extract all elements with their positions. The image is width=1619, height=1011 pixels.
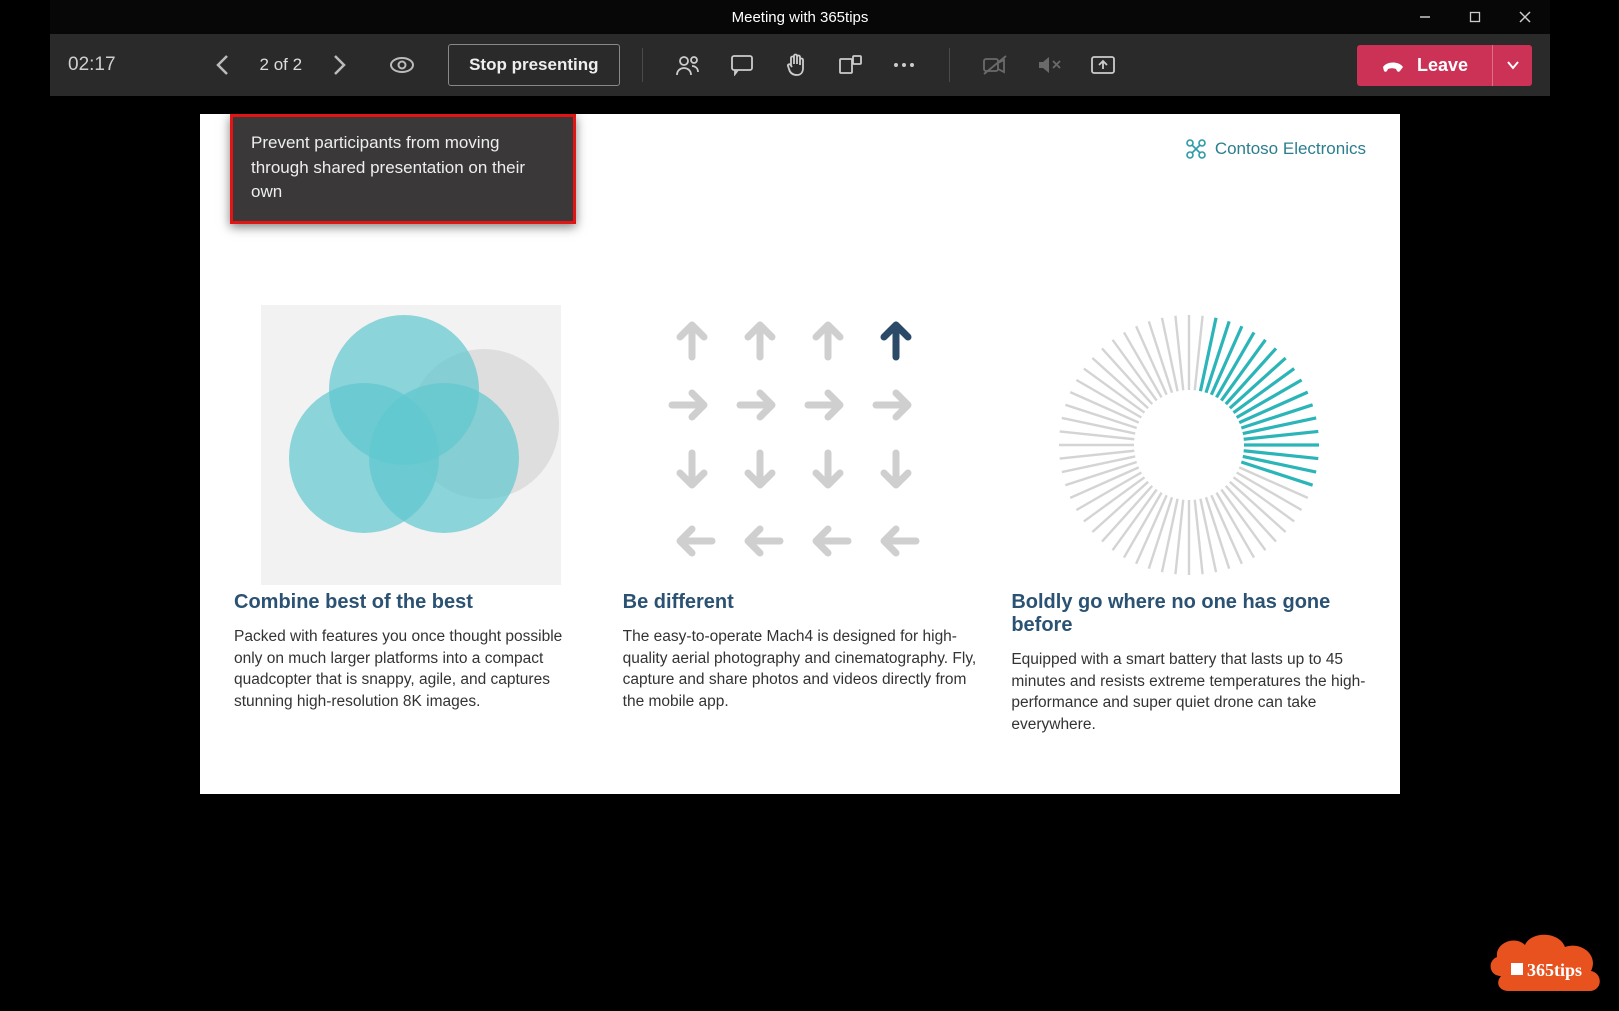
camera-off-icon[interactable]: [972, 42, 1018, 88]
slide-column-2: Be different The easy-to-operate Mach4 i…: [623, 305, 978, 736]
leave-button[interactable]: Leave: [1357, 45, 1492, 86]
leave-label: Leave: [1417, 55, 1468, 76]
meeting-toolbar: 02:17 2 of 2 Stop presenting: [50, 34, 1550, 96]
starburst-graphic: [1011, 305, 1366, 585]
presentation-area: Contoso Electronics C Prevent participan…: [50, 96, 1550, 924]
slide-counter: 2 of 2: [260, 55, 303, 75]
arrows-graphic: [623, 305, 978, 585]
toolbar-separator: [949, 48, 950, 82]
breakout-rooms-icon[interactable]: [827, 42, 873, 88]
window-title: Meeting with 365tips: [732, 9, 869, 26]
private-view-tooltip: Prevent participants from moving through…: [230, 114, 576, 224]
share-screen-icon[interactable]: [1080, 42, 1126, 88]
tooltip-text: Prevent participants from moving through…: [251, 133, 525, 201]
col2-heading: Be different: [623, 591, 978, 614]
maximize-button[interactable]: [1450, 0, 1500, 34]
slide-column-1: Combine best of the best Packed with fea…: [234, 305, 589, 736]
drone-icon: [1185, 138, 1207, 160]
brand-logo: Contoso Electronics: [1185, 138, 1366, 160]
slide-column-3: Boldly go where no one has gone before E…: [1011, 305, 1366, 736]
private-view-toggle[interactable]: [382, 55, 422, 75]
more-actions-icon[interactable]: [881, 42, 927, 88]
shared-slide: Contoso Electronics C Prevent participan…: [200, 114, 1400, 794]
raise-hand-icon[interactable]: [773, 42, 819, 88]
chat-icon[interactable]: [719, 42, 765, 88]
col2-body: The easy-to-operate Mach4 is designed fo…: [623, 626, 978, 713]
col3-body: Equipped with a smart battery that lasts…: [1011, 649, 1366, 736]
meeting-timer: 02:17: [68, 54, 116, 76]
audio-off-icon[interactable]: [1026, 42, 1072, 88]
col1-body: Packed with features you once thought po…: [234, 626, 589, 713]
svg-text:365tips: 365tips: [1527, 960, 1582, 980]
participants-icon[interactable]: [665, 42, 711, 88]
prev-slide-button[interactable]: [204, 46, 242, 84]
brand-name: Contoso Electronics: [1215, 139, 1366, 159]
toolbar-separator: [642, 48, 643, 82]
titlebar: Meeting with 365tips: [50, 0, 1550, 34]
watermark-365tips: 365tips: [1481, 921, 1609, 1001]
next-slide-button[interactable]: [320, 46, 358, 84]
col1-heading: Combine best of the best: [234, 591, 589, 614]
close-button[interactable]: [1500, 0, 1550, 34]
col3-heading: Boldly go where no one has gone before: [1011, 591, 1366, 637]
minimize-button[interactable]: [1400, 0, 1450, 34]
hangup-icon: [1381, 57, 1405, 73]
leave-dropdown[interactable]: [1492, 45, 1532, 86]
venn-graphic: [234, 305, 589, 585]
stop-presenting-button[interactable]: Stop presenting: [448, 44, 619, 86]
